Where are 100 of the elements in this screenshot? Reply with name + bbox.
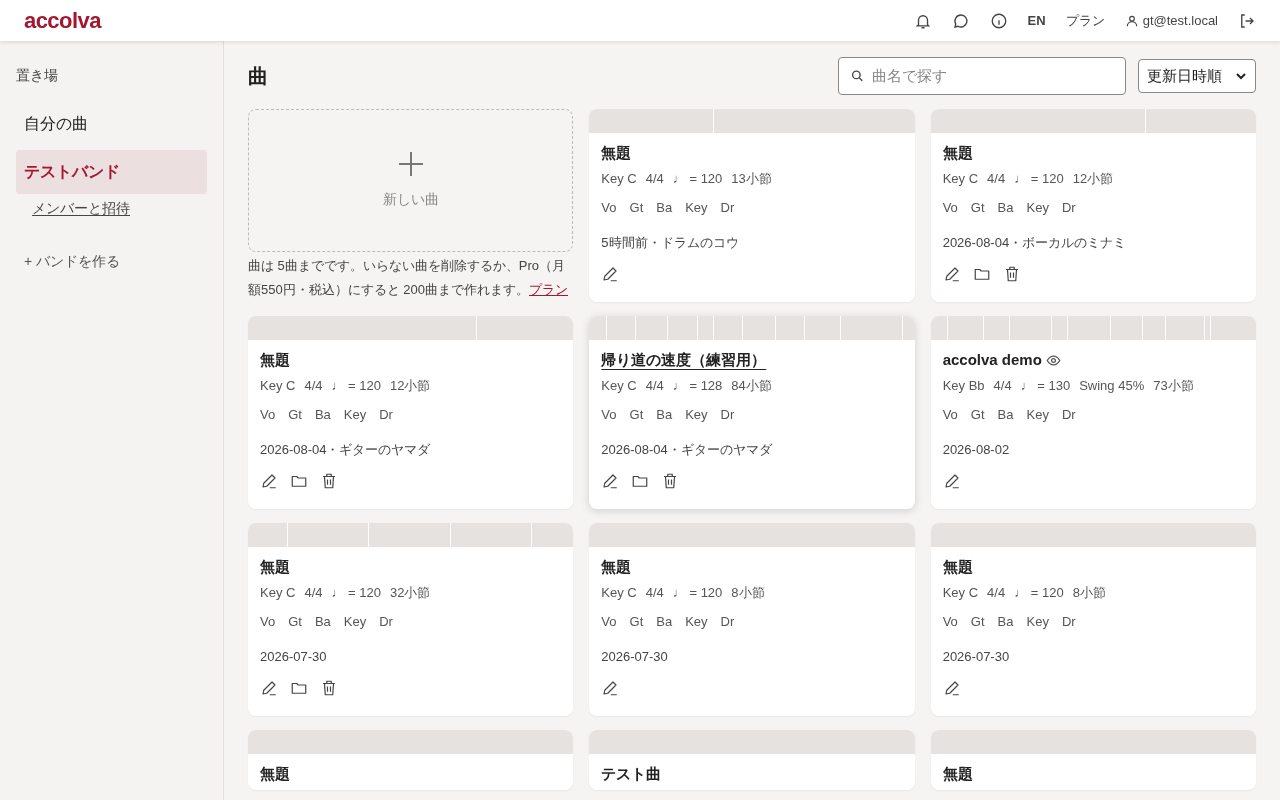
sidebar-subitem[interactable]: メンバーと招待 <box>32 198 130 219</box>
song-title[interactable]: 無題 <box>260 348 290 372</box>
song-title[interactable]: 無題 <box>942 762 973 786</box>
part-label: Vo <box>942 405 958 424</box>
song-meta: ♩ = 120 <box>331 584 381 602</box>
part-label: Ba <box>997 612 1014 631</box>
language-toggle[interactable]: EN <box>1027 10 1046 31</box>
updated-info: 2026-08-04・ギターのヤマダ <box>601 441 773 459</box>
song-meta: ♩ = 120 <box>1014 584 1064 602</box>
updated-info: 2026-08-02 <box>942 441 1011 459</box>
part-label: Key <box>685 198 708 217</box>
song-meta: 4/4 <box>645 377 664 395</box>
part-label: Dr <box>379 612 393 631</box>
part-label: Vo <box>601 405 617 424</box>
part-label: Gt <box>970 405 985 424</box>
song-card[interactable]: 無題 Key C 4/4 ♩ = 120 8小節 Vo Gt Ba Key Dr 2026-07-30 <box>930 523 1256 716</box>
song-title[interactable]: 無題 <box>601 141 632 165</box>
part-label: Vo <box>260 405 276 424</box>
plan-link[interactable]: プラン <box>1065 10 1105 31</box>
song-card[interactable]: 無題 Key C 4/4 ♩ = 120 32小節 Vo Gt Ba Key Dr 2026-07-30 <box>248 523 574 716</box>
search-input[interactable]: 曲名で探す <box>871 64 1113 88</box>
song-meta: 12小節 <box>1072 170 1114 188</box>
song-meta: ♩ = 128 <box>672 377 723 395</box>
trash-icon[interactable] <box>320 678 338 697</box>
song-meta: 4/4 <box>987 170 1006 188</box>
song-meta: Key C <box>601 170 637 188</box>
song-card[interactable]: accolva demo Key Bb 4/4 ♩ = 130 Swing 45% 73小節 Vo Gt Ba Key Dr 2026-08-02 <box>930 316 1256 509</box>
song-meta: ♩ = 120 <box>672 584 723 602</box>
part-label: Ba <box>656 405 673 424</box>
song-meta: 8小節 <box>1072 584 1106 602</box>
part-label: Gt <box>288 405 302 424</box>
part-label: Dr <box>1061 198 1076 217</box>
part-label: Gt <box>629 612 644 631</box>
song-meta: 32小節 <box>390 584 431 602</box>
song-meta: 8小節 <box>731 584 765 602</box>
part-label: Ba <box>656 612 673 631</box>
song-title[interactable]: 無題 <box>260 762 290 786</box>
song-meta: ♩ = 120 <box>331 377 381 395</box>
part-label: Vo <box>942 198 958 217</box>
updated-info: 2026-07-30 <box>942 648 1011 666</box>
song-meta: 12小節 <box>390 377 431 395</box>
speech-bubble-icon[interactable] <box>951 11 970 30</box>
song-meta: ♩ = 130 <box>1020 377 1071 395</box>
part-label: Gt <box>629 405 644 424</box>
song-meta: ♩ = 120 <box>672 170 723 188</box>
plan-link[interactable]: プラン <box>529 282 568 297</box>
part-label: Vo <box>260 612 276 631</box>
caret-icon <box>1235 70 1247 82</box>
updated-info: 2026-08-04・ボーカルのミナミ <box>942 234 1128 252</box>
part-label: Key <box>685 612 708 631</box>
part-label: Dr <box>720 405 735 424</box>
sidebar-item[interactable]: 自分の曲 <box>16 102 207 146</box>
part-label: Key <box>1026 612 1049 631</box>
song-meta: ♩ = 120 <box>1014 170 1064 188</box>
page-title: 曲 <box>248 64 268 89</box>
song-meta: Key C <box>942 170 979 188</box>
create-band-link[interactable]: + バンドを作る <box>24 251 207 272</box>
part-label: Key <box>1026 405 1049 424</box>
account-link[interactable]: gt@test.local <box>1124 10 1218 31</box>
part-label: Key <box>1026 198 1049 217</box>
song-meta: 4/4 <box>645 584 664 602</box>
part-label: Dr <box>720 612 735 631</box>
song-card[interactable]: 無題 Key C 4/4 ♩ = 120 8小節 Vo Gt Ba Key Dr 2026-07-30 <box>589 523 915 716</box>
song-card[interactable]: 無題 <box>930 730 1256 790</box>
song-meta: Key C <box>601 377 637 395</box>
song-limit-notice: 曲は 5曲までです。いらない曲を削除するか、Pro（月額550円・税込）にすると 200曲まで作れます。プラン <box>248 257 569 299</box>
updated-info: 2026-07-30 <box>260 648 328 666</box>
part-label: Vo <box>601 612 617 631</box>
song-card[interactable]: 無題 Key C 4/4 ♩ = 120 12小節 Vo Gt Ba Key Dr 2026-08-04・ボーカルのミナミ <box>930 109 1256 302</box>
sidebar-item[interactable]: テストバンド <box>16 150 207 194</box>
sort-select[interactable]: 更新日時順 <box>1138 59 1256 93</box>
part-label: Key <box>685 405 708 424</box>
part-label: Ba <box>314 405 331 424</box>
song-title[interactable]: 無題 <box>601 555 632 579</box>
sidebar-heading: 置き場 <box>16 66 59 85</box>
search-field[interactable]: 曲名で探す <box>838 57 1126 95</box>
song-title[interactable]: 無題 <box>260 555 290 579</box>
song-card[interactable]: 無題 Key C 4/4 ♩ = 120 12小節 Vo Gt Ba Key Dr 2026-08-04・ギターのヤマダ <box>248 316 574 509</box>
info-icon[interactable] <box>989 11 1008 30</box>
song-card[interactable]: テスト曲 <box>589 730 915 790</box>
plus-icon <box>397 151 424 177</box>
updated-info: 2026-07-30 <box>601 648 669 666</box>
song-meta: Key C <box>260 584 296 602</box>
song-title[interactable]: 無題 <box>942 555 973 579</box>
trash-icon[interactable] <box>320 471 338 490</box>
song-meta: 4/4 <box>304 584 323 602</box>
song-card[interactable]: 無題 Key C 4/4 ♩ = 120 13小節 Vo Gt Ba Key Dr 5時間前・ドラムのコウ <box>589 109 915 302</box>
song-card[interactable]: 帰り道の速度（練習用） Key C 4/4 ♩ = 128 84小節 Vo Gt Ba Key Dr 2026-08-04・ギターのヤマダ <box>589 316 915 509</box>
song-title[interactable]: 無題 <box>942 141 973 165</box>
part-label: Ba <box>656 198 673 217</box>
song-meta: Key Bb <box>942 377 985 395</box>
song-meta: 13小節 <box>731 170 772 188</box>
logo[interactable]: accolva <box>24 4 101 37</box>
song-title[interactable]: テスト曲 <box>601 762 662 786</box>
song-card[interactable]: 無題 <box>248 730 574 790</box>
song-title[interactable]: accolva demo <box>942 348 1042 372</box>
song-title[interactable]: 帰り道の速度（練習用） <box>601 348 767 372</box>
part-label: Key <box>343 405 367 424</box>
logout-icon[interactable] <box>1238 11 1256 30</box>
song-meta: Key C <box>601 584 637 602</box>
